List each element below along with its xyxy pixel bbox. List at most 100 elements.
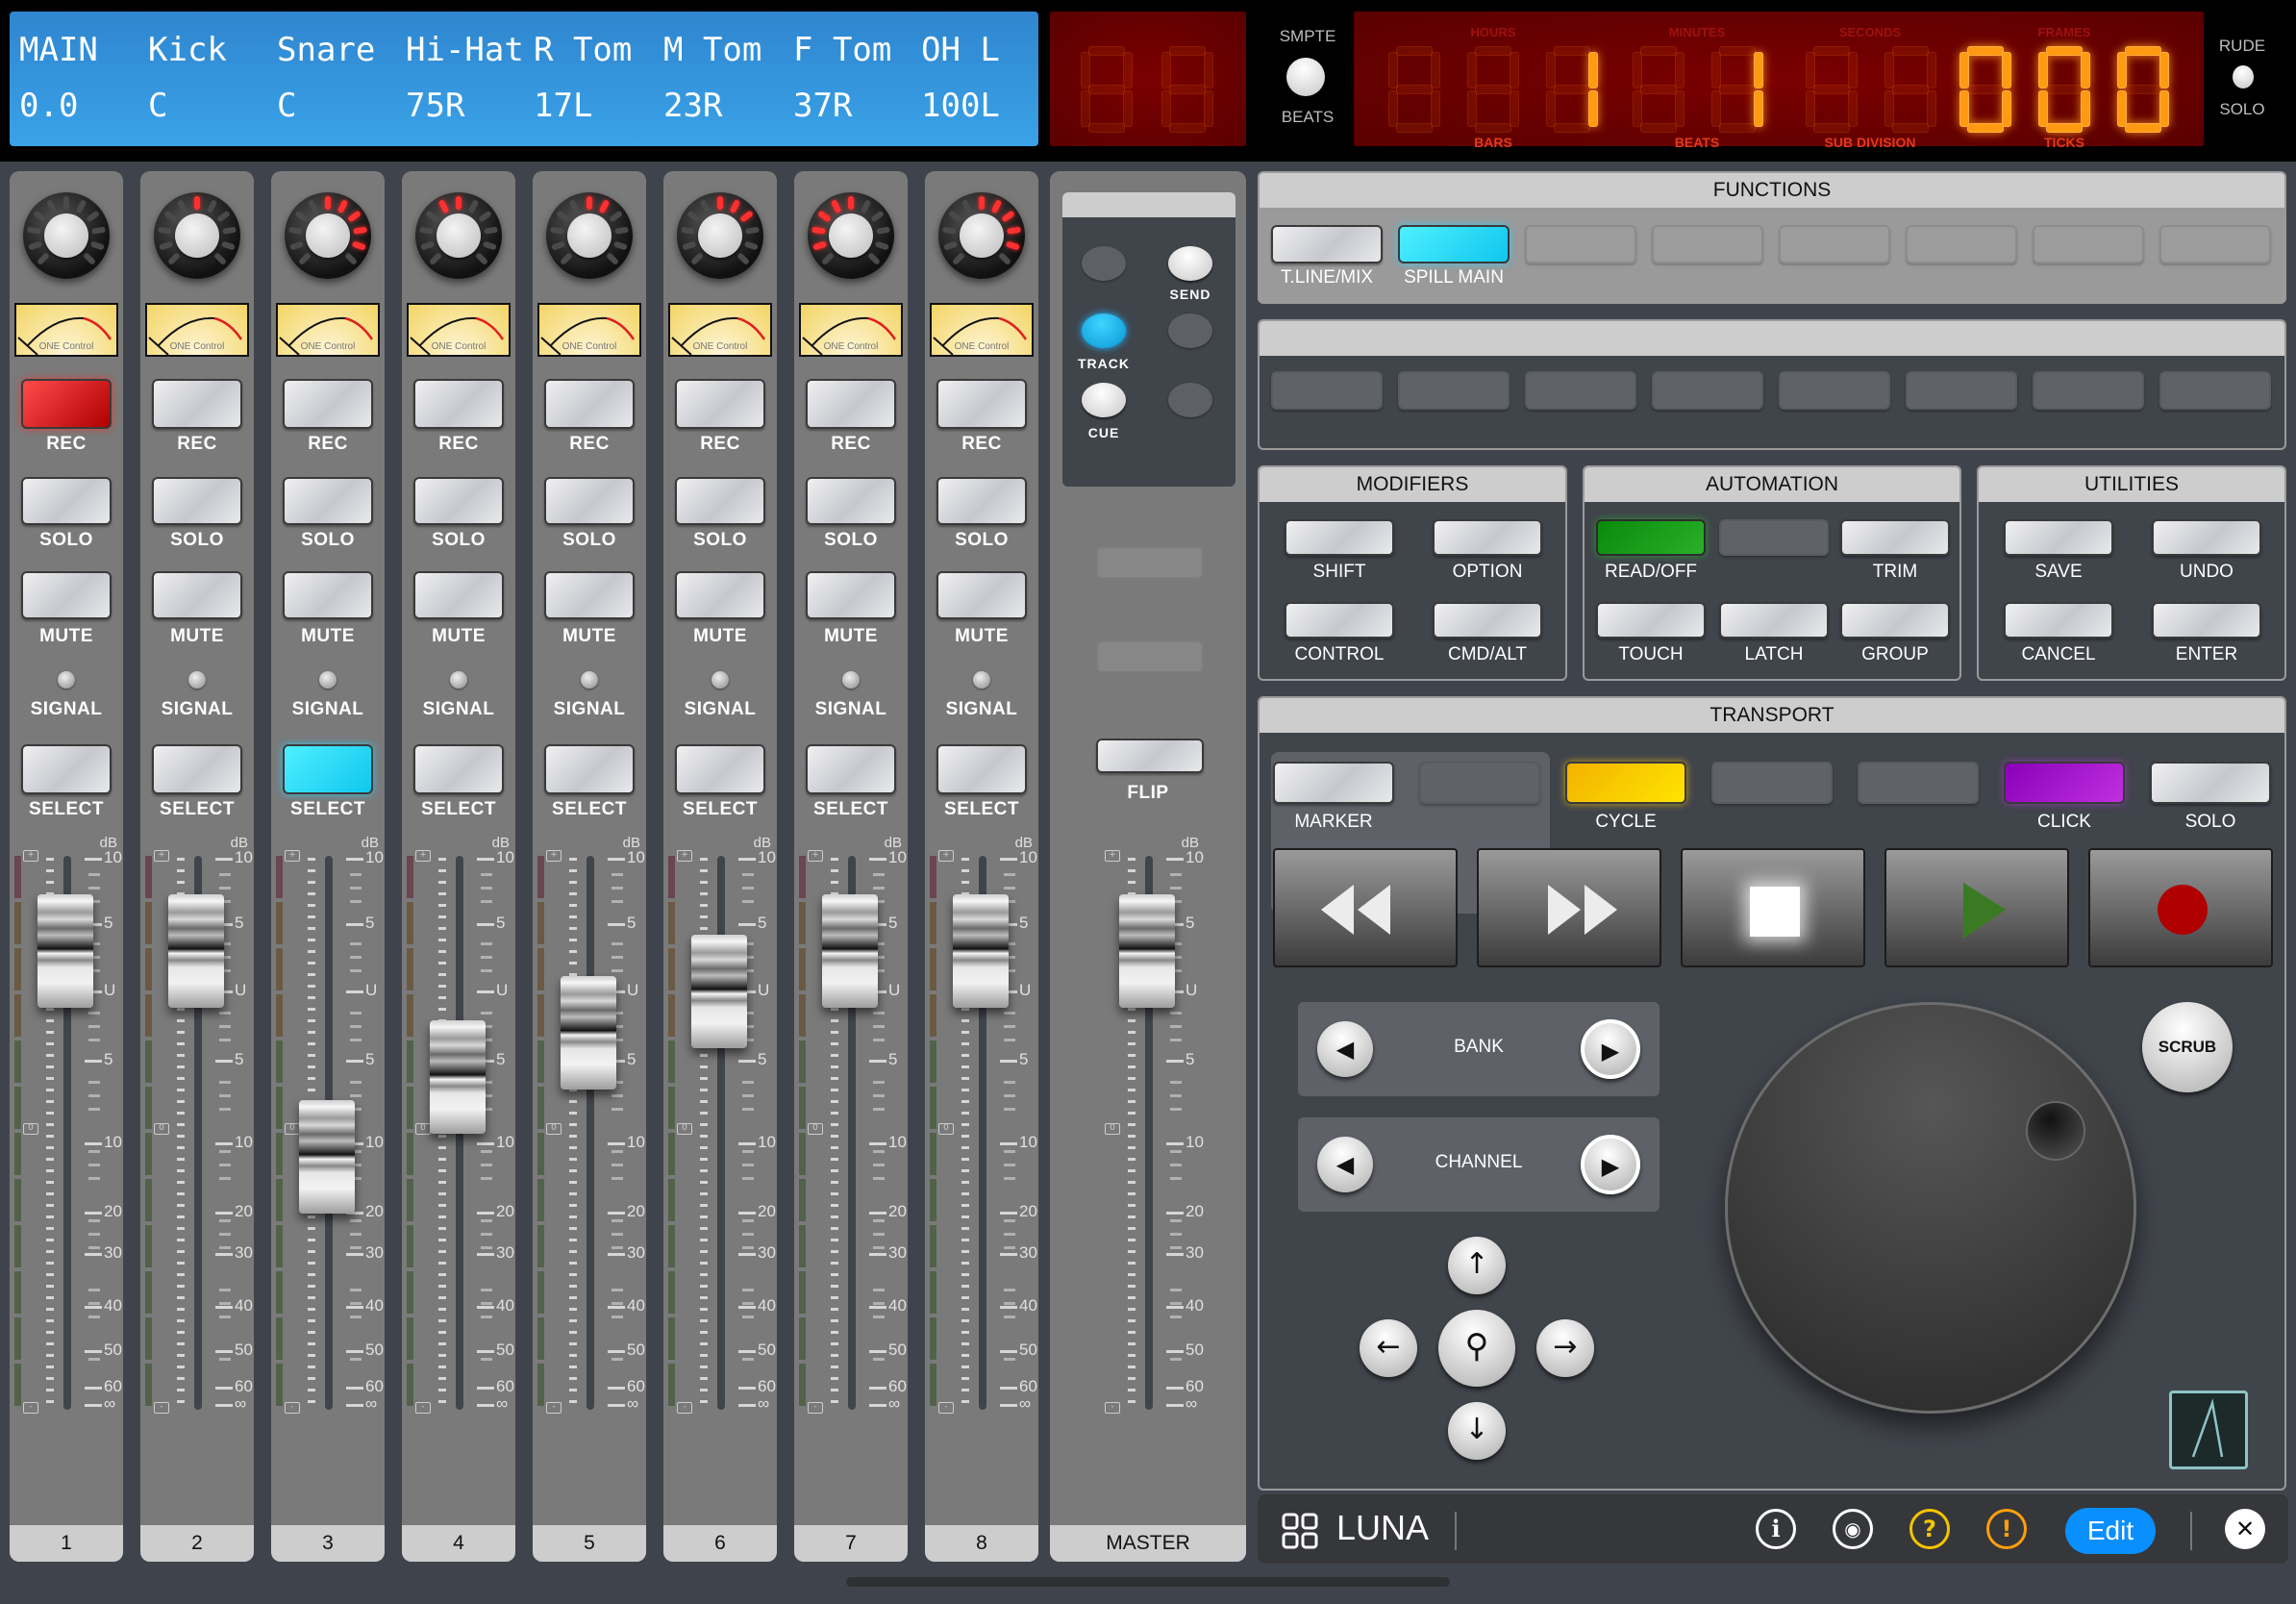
jog-wheel[interactable] bbox=[1725, 1002, 2136, 1414]
pan-knob[interactable] bbox=[285, 192, 371, 279]
secondary-function-button[interactable] bbox=[1906, 371, 2017, 410]
solo-button[interactable] bbox=[936, 477, 1027, 525]
solo-button[interactable] bbox=[152, 477, 242, 525]
pan-knob[interactable] bbox=[938, 192, 1025, 279]
rec-button[interactable] bbox=[675, 379, 765, 429]
solo-button[interactable] bbox=[413, 477, 504, 525]
secondary-function-button[interactable] bbox=[1779, 371, 1890, 410]
automation-button[interactable] bbox=[1719, 602, 1829, 639]
function-button[interactable] bbox=[1906, 225, 2017, 263]
channel-fader[interactable]: +0- dB 10 5 U 5 10 20 30 40 50 60 ∞ bbox=[402, 835, 515, 1441]
record-button[interactable] bbox=[2088, 848, 2273, 967]
pan-knob[interactable] bbox=[546, 192, 633, 279]
grid-icon[interactable] bbox=[1281, 1512, 1319, 1550]
solo-button[interactable] bbox=[806, 477, 896, 525]
channel-fader[interactable]: +0- dB 10 5 U 5 10 20 30 40 50 60 ∞ bbox=[794, 835, 908, 1441]
automation-button[interactable] bbox=[1596, 602, 1706, 639]
fader-cap[interactable] bbox=[37, 894, 93, 1008]
mute-button[interactable] bbox=[806, 571, 896, 619]
secondary-function-button[interactable] bbox=[2033, 371, 2144, 410]
fader-cap[interactable] bbox=[1119, 894, 1175, 1008]
automation-button[interactable] bbox=[1840, 519, 1950, 556]
rec-button[interactable] bbox=[806, 379, 896, 429]
left-arrow-button[interactable]: ← bbox=[1360, 1319, 1417, 1377]
secondary-function-button[interactable] bbox=[1398, 371, 1510, 410]
transport-function-button[interactable] bbox=[1711, 762, 1833, 804]
rec-button[interactable] bbox=[152, 379, 242, 429]
mute-button[interactable] bbox=[936, 571, 1027, 619]
utilities-button[interactable] bbox=[2004, 519, 2113, 556]
fader-cap[interactable] bbox=[430, 1020, 486, 1135]
track-button[interactable] bbox=[1082, 313, 1126, 348]
pan-knob[interactable] bbox=[415, 192, 502, 279]
up-arrow-button[interactable]: ↑ bbox=[1448, 1237, 1506, 1294]
utilities-button[interactable] bbox=[2004, 602, 2113, 639]
mute-button[interactable] bbox=[21, 571, 112, 619]
function-button[interactable] bbox=[2033, 225, 2144, 263]
channel-left-button[interactable]: ◀ bbox=[1317, 1137, 1373, 1192]
fader-cap[interactable] bbox=[953, 894, 1009, 1008]
master-blank-button-2[interactable] bbox=[1096, 640, 1204, 673]
channel-fader[interactable]: +0- dB 10 5 U 5 10 20 30 40 50 60 ∞ bbox=[925, 835, 1038, 1441]
solo-button[interactable] bbox=[21, 477, 112, 525]
assign-button-4[interactable] bbox=[1168, 313, 1212, 348]
rewind-button[interactable] bbox=[1273, 848, 1458, 967]
channel-fader[interactable]: +0- dB 10 5 U 5 10 20 30 40 50 60 ∞ bbox=[140, 835, 254, 1441]
smpte-beats-toggle[interactable] bbox=[1286, 58, 1325, 96]
transport-function-button[interactable] bbox=[2150, 762, 2271, 804]
function-button[interactable] bbox=[1271, 225, 1383, 263]
utilities-button[interactable] bbox=[2152, 519, 2261, 556]
automation-button[interactable] bbox=[1840, 602, 1950, 639]
assign-button-6[interactable] bbox=[1168, 383, 1212, 417]
channel-fader[interactable]: +0- dB 10 5 U 5 10 20 30 40 50 60 ∞ bbox=[10, 835, 123, 1441]
bank-right-button[interactable]: ▶ bbox=[1581, 1019, 1640, 1079]
transport-function-button[interactable] bbox=[2004, 762, 2125, 804]
solo-button[interactable] bbox=[675, 477, 765, 525]
camera-icon[interactable]: ◉ bbox=[1833, 1509, 1873, 1549]
select-button[interactable] bbox=[283, 744, 373, 794]
mute-button[interactable] bbox=[675, 571, 765, 619]
secondary-function-button[interactable] bbox=[1652, 371, 1763, 410]
close-button[interactable]: ✕ bbox=[2225, 1509, 2265, 1549]
function-button[interactable] bbox=[1398, 225, 1510, 263]
solo-button[interactable] bbox=[544, 477, 635, 525]
fader-cap[interactable] bbox=[822, 894, 878, 1008]
cue-button[interactable] bbox=[1082, 383, 1126, 417]
fader-cap[interactable] bbox=[299, 1100, 355, 1215]
function-button[interactable] bbox=[2159, 225, 2271, 263]
select-button[interactable] bbox=[675, 744, 765, 794]
rec-button[interactable] bbox=[936, 379, 1027, 429]
select-button[interactable] bbox=[413, 744, 504, 794]
modifiers-button[interactable] bbox=[1285, 602, 1394, 639]
mute-button[interactable] bbox=[152, 571, 242, 619]
transport-function-button[interactable] bbox=[1273, 762, 1394, 804]
select-button[interactable] bbox=[152, 744, 242, 794]
rec-button[interactable] bbox=[544, 379, 635, 429]
mute-button[interactable] bbox=[413, 571, 504, 619]
pan-knob[interactable] bbox=[677, 192, 763, 279]
master-blank-button-1[interactable] bbox=[1096, 546, 1204, 579]
function-button[interactable] bbox=[1779, 225, 1890, 263]
play-button[interactable] bbox=[1884, 848, 2069, 967]
modifiers-button[interactable] bbox=[1433, 519, 1542, 556]
fader-cap[interactable] bbox=[561, 976, 616, 1090]
pan-knob[interactable] bbox=[808, 192, 894, 279]
rec-button[interactable] bbox=[413, 379, 504, 429]
flip-button[interactable] bbox=[1096, 739, 1204, 773]
channel-fader[interactable]: +0- dB 10 5 U 5 10 20 30 40 50 60 ∞ bbox=[663, 835, 777, 1441]
transport-function-button[interactable] bbox=[1858, 762, 1979, 804]
select-button[interactable] bbox=[544, 744, 635, 794]
edit-button[interactable]: Edit bbox=[2065, 1508, 2156, 1554]
down-arrow-button[interactable]: ↓ bbox=[1448, 1402, 1506, 1460]
function-button[interactable] bbox=[1525, 225, 1636, 263]
rec-button[interactable] bbox=[283, 379, 373, 429]
mute-button[interactable] bbox=[283, 571, 373, 619]
function-button[interactable] bbox=[1652, 225, 1763, 263]
utilities-button[interactable] bbox=[2152, 602, 2261, 639]
fader-cap[interactable] bbox=[691, 935, 747, 1048]
channel-fader[interactable]: +0- dB 10 5 U 5 10 20 30 40 50 60 ∞ bbox=[271, 835, 385, 1441]
rec-button[interactable] bbox=[21, 379, 112, 429]
help-icon[interactable]: ? bbox=[1909, 1509, 1950, 1549]
transport-function-button[interactable] bbox=[1419, 762, 1540, 804]
channel-right-button[interactable]: ▶ bbox=[1581, 1135, 1640, 1194]
